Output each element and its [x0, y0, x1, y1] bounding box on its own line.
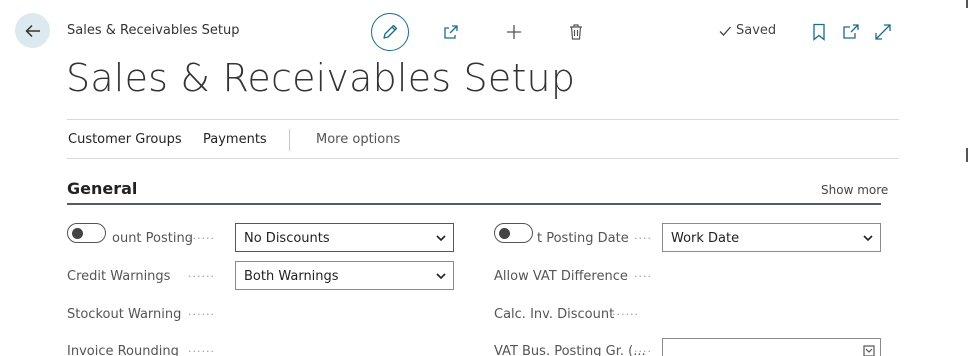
stockout-warning-label: Stockout Warning: [67, 307, 182, 322]
default-posting-date-toggle[interactable]: [494, 223, 533, 243]
share-button[interactable]: [441, 22, 461, 42]
default-posting-date-select[interactable]: Work Date: [662, 223, 881, 252]
leader-dots: ······: [188, 232, 215, 245]
payments-action[interactable]: Payments: [203, 132, 267, 147]
pencil-icon: [383, 24, 398, 39]
toggle-knob: [499, 228, 510, 239]
lookup-icon[interactable]: [863, 345, 875, 356]
open-new-window-icon: [843, 24, 859, 39]
chevron-down-icon: [863, 235, 873, 242]
expand-icon: [875, 24, 891, 40]
vat-bus-posting-gr-input[interactable]: [662, 338, 881, 356]
default-posting-date-label: t Posting Date: [537, 231, 629, 246]
allow-vat-difference-label: Allow VAT Difference: [494, 269, 628, 284]
saved-status: Saved: [718, 23, 776, 38]
action-separator: [289, 129, 290, 151]
bookmark-button[interactable]: [810, 22, 828, 42]
new-button[interactable]: [504, 22, 524, 42]
action-bar: Customer Groups Payments More options: [67, 119, 899, 159]
check-icon: [719, 26, 731, 36]
leader-dots: ······: [612, 308, 639, 321]
chevron-down-icon: [436, 235, 446, 242]
section-divider: [67, 203, 881, 205]
credit-warnings-label: Credit Warnings: [67, 269, 171, 284]
leader-dots: ····: [634, 345, 652, 356]
discount-posting-toggle[interactable]: [67, 223, 106, 243]
section-title[interactable]: General: [67, 179, 137, 198]
discount-posting-label: ount Posting: [112, 231, 193, 246]
chevron-down-icon: [436, 273, 446, 280]
delete-button[interactable]: [566, 22, 586, 42]
credit-warnings-select[interactable]: Both Warnings: [235, 261, 454, 290]
calc-inv-discount-label: Calc. Inv. Discount: [494, 307, 615, 322]
back-button[interactable]: [15, 13, 50, 48]
more-options-action[interactable]: More options: [316, 132, 400, 147]
leader-dots: ····: [634, 232, 652, 245]
plus-icon: [507, 25, 521, 39]
trash-icon: [570, 24, 582, 40]
open-new-window-button[interactable]: [842, 22, 860, 42]
expand-button[interactable]: [874, 22, 892, 42]
show-more-link[interactable]: Show more: [821, 183, 888, 197]
leader-dots: ····: [634, 270, 652, 283]
default-posting-date-value: Work Date: [671, 231, 740, 246]
saved-label: Saved: [736, 23, 777, 38]
customer-groups-action[interactable]: Customer Groups: [68, 132, 182, 147]
discount-posting-select[interactable]: No Discounts: [235, 223, 454, 252]
bookmark-icon: [813, 23, 825, 41]
discount-posting-value: No Discounts: [244, 231, 330, 246]
leader-dots: ······: [188, 308, 215, 321]
leader-dots: ······: [188, 270, 215, 283]
leader-dots: ······: [188, 345, 215, 356]
edit-button[interactable]: [371, 13, 409, 51]
credit-warnings-value: Both Warnings: [244, 269, 339, 284]
breadcrumb: Sales & Receivables Setup: [67, 23, 240, 38]
invoice-rounding-label: Invoice Rounding: [67, 344, 179, 356]
page-title: Sales & Receivables Setup: [66, 56, 576, 100]
back-arrow-icon: [24, 24, 40, 37]
vat-bus-posting-gr-label: VAT Bus. Posting Gr. (...: [494, 344, 646, 356]
toggle-knob: [72, 228, 83, 239]
share-icon: [444, 25, 458, 39]
